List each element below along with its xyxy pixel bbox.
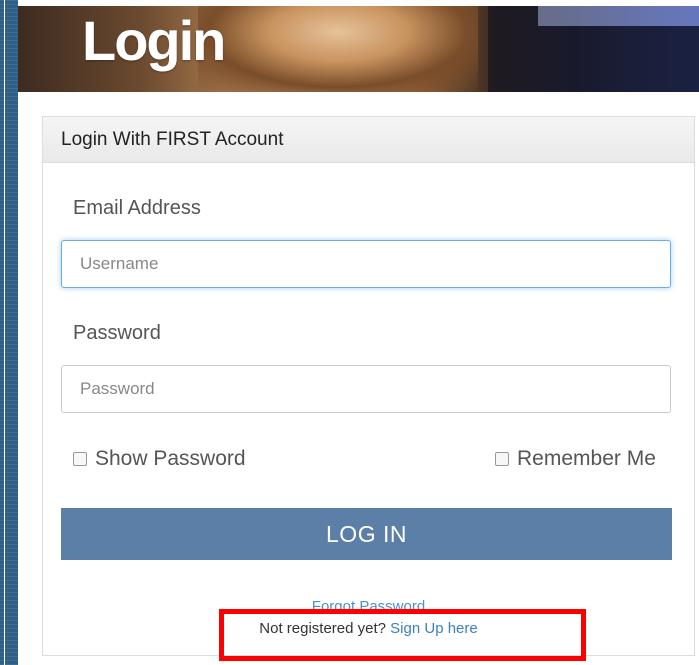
username-input[interactable] — [61, 240, 671, 288]
forgot-password-link[interactable]: Forgot Password — [43, 598, 694, 615]
login-panel: Login With FIRST Account Email Address P… — [42, 116, 695, 656]
hero-banner: Login — [18, 6, 699, 92]
remember-me-checkbox[interactable] — [495, 452, 509, 466]
left-page-strip — [0, 0, 18, 665]
page-title: Login — [82, 9, 226, 72]
password-label: Password — [73, 322, 161, 344]
hero-photo-light — [538, 6, 699, 26]
panel-heading: Login With FIRST Account — [43, 117, 694, 163]
show-password-checkbox[interactable] — [73, 452, 87, 466]
hero-photo-subject — [198, 6, 478, 92]
not-registered-text: Not registered yet? — [259, 620, 386, 637]
login-button[interactable]: LOG IN — [61, 508, 672, 560]
password-input[interactable] — [61, 365, 671, 413]
sign-up-link[interactable]: Sign Up here — [390, 620, 478, 637]
remember-me-option[interactable]: Remember Me — [495, 447, 656, 471]
left-strip-edge — [4, 0, 5, 665]
show-password-option[interactable]: Show Password — [73, 447, 246, 471]
email-label: Email Address — [73, 197, 201, 219]
show-password-label: Show Password — [95, 447, 246, 470]
remember-me-label: Remember Me — [517, 447, 656, 470]
signup-prompt: Not registered yet? Sign Up here — [43, 620, 694, 637]
